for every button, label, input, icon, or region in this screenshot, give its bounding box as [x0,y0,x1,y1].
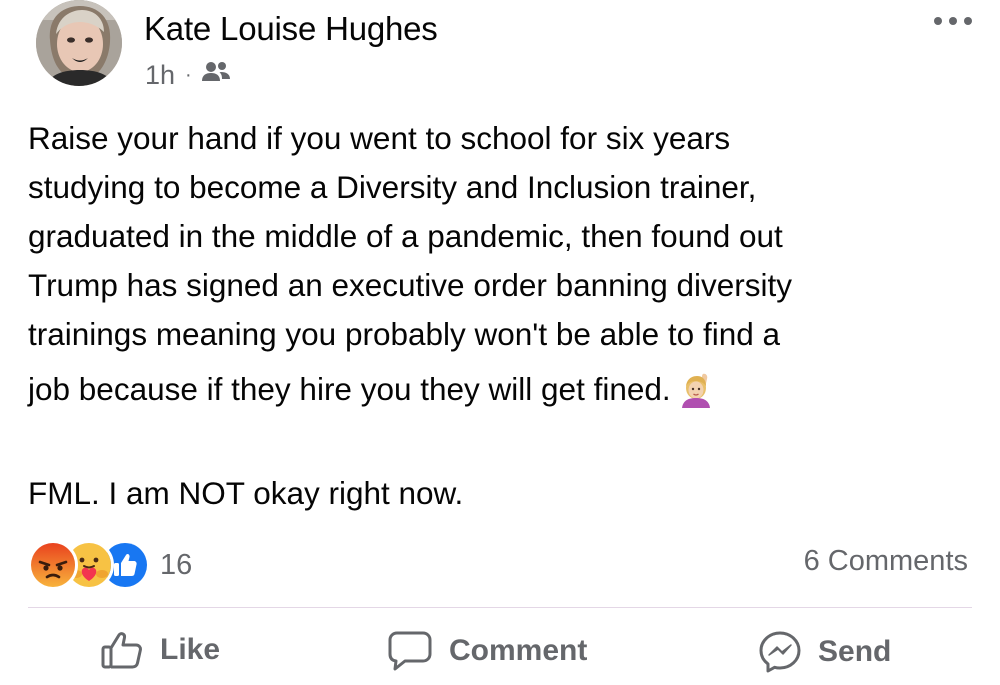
author-name[interactable]: Kate Louise Hughes [144,10,438,48]
more-options-icon[interactable] [930,6,976,36]
reaction-count: 16 [160,548,193,581]
post-text-line-last: job because if they hire you they will g… [28,365,968,414]
messenger-icon [759,631,801,673]
post-meta: 1h · [145,60,231,91]
avatar[interactable] [36,0,122,86]
post-text-line: studying to become a Diversity and Inclu… [28,169,757,205]
action-bar: Like Comment Send [0,630,1000,685]
post-text-line: FML. I am NOT okay right now. [28,475,464,511]
meta-separator: · [185,64,192,86]
post-text-line: Raise your hand if you went to school fo… [28,120,731,156]
reactions-summary[interactable]: 16 [28,540,192,590]
profile-photo [36,0,122,86]
post-body: Raise your hand if you went to school fo… [28,114,968,518]
thumbs-up-icon [101,632,142,669]
post-text-line: Trump has signed an executive order bann… [28,267,792,303]
comments-count-link[interactable]: 6 Comments [804,545,968,578]
friends-icon[interactable] [201,60,231,91]
raising-hand-emoji [679,370,717,408]
comment-button[interactable]: Comment [387,630,587,672]
post-text-line: trainings meaning you probably won't be … [28,316,781,352]
like-label: Like [160,633,221,666]
post-text-line: job because if they hire you they will g… [28,371,671,407]
send-label: Send [818,635,892,668]
angry-reaction-icon [28,540,78,590]
divider [28,607,972,608]
like-button[interactable]: Like [100,630,220,670]
facebook-post: Kate Louise Hughes 1h · Raise your hand … [0,0,1000,685]
comment-label: Comment [449,634,588,667]
comment-bubble-icon [388,631,432,671]
send-button[interactable]: Send [758,630,891,674]
post-text-line: graduated in the middle of a pandemic, t… [28,218,783,254]
post-time[interactable]: 1h [145,60,175,91]
